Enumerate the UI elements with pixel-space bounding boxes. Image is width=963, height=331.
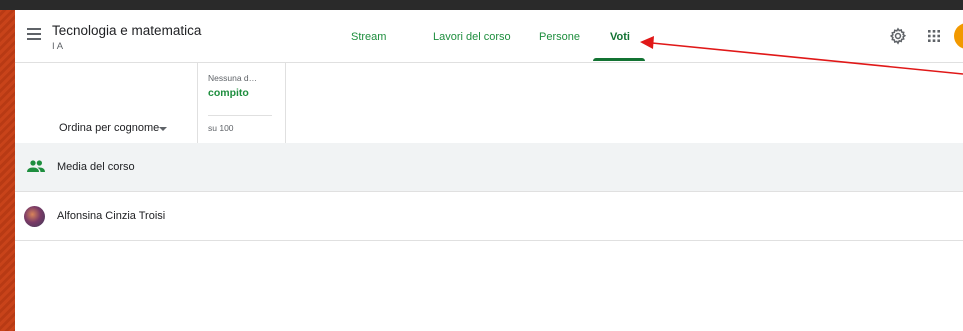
- course-title[interactable]: Tecnologia e matematica: [52, 23, 201, 38]
- assignment-title[interactable]: compito: [208, 87, 249, 99]
- chevron-down-icon[interactable]: [159, 127, 167, 131]
- gear-icon[interactable]: [889, 27, 907, 45]
- user-avatar[interactable]: [954, 23, 963, 49]
- tab-lavori-del-corso[interactable]: Lavori del corso: [433, 31, 511, 43]
- classroom-window: Tecnologia e matematica I A Stream Lavor…: [15, 10, 963, 331]
- class-average-row: Media del corso: [15, 143, 963, 192]
- assignment-column-header[interactable]: Nessuna d… compito su 100: [208, 63, 285, 143]
- apps-grid-icon[interactable]: [927, 29, 941, 43]
- tab-voti[interactable]: Voti: [610, 31, 630, 43]
- grades-header-row: Ordina per cognome: [15, 63, 963, 144]
- student-avatar: [24, 206, 45, 227]
- tab-stream[interactable]: Stream: [351, 31, 386, 43]
- student-row: Alfonsina Cinzia Troisi: [15, 192, 963, 241]
- assignment-due-date: Nessuna d…: [208, 73, 258, 83]
- people-icon: [27, 160, 45, 172]
- app-header: Tecnologia e matematica I A Stream Lavor…: [15, 10, 963, 63]
- menu-icon[interactable]: [27, 28, 41, 40]
- course-section: I A: [52, 41, 64, 52]
- student-grade-cell[interactable]: [197, 192, 285, 240]
- tab-persone[interactable]: Persone: [539, 31, 580, 43]
- sort-dropdown[interactable]: Ordina per cognome: [59, 122, 159, 134]
- assignment-points: su 100: [208, 123, 234, 133]
- class-average-grade-cell[interactable]: [197, 143, 285, 191]
- class-average-label: Media del corso: [57, 161, 135, 173]
- window-top-bar: [0, 0, 963, 10]
- active-tab-indicator: [593, 58, 645, 61]
- student-name[interactable]: Alfonsina Cinzia Troisi: [57, 210, 165, 222]
- assignment-divider: [208, 115, 272, 116]
